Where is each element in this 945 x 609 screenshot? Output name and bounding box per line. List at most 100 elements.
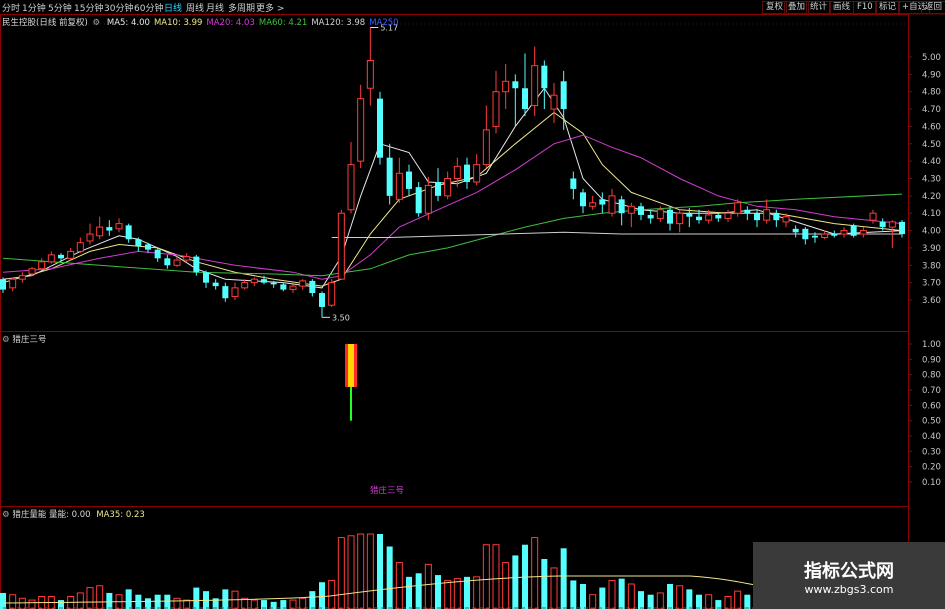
volume-bar-up [76,592,84,609]
candle-body-down [415,187,422,214]
toolbar-button-7[interactable]: 返回 [921,1,945,14]
candle-body-up [299,280,307,287]
volume-ma-value: 0.23 [125,510,145,520]
volume-bar-up [86,587,94,609]
candle-body-down [599,199,606,205]
volume-bar-down [560,548,567,609]
candle-body-down [667,209,673,224]
signal-tick-label: 0.50 [922,417,941,427]
tab-10[interactable]: 更多 > [256,1,284,14]
candle-body-up [453,165,461,180]
candle-body-up [840,230,848,235]
volume-bar-up [482,544,490,609]
volume-bar-up [531,537,539,609]
volume-bar-up [589,594,597,609]
candle-body-down [0,279,6,290]
price-tick-label: 4.60 [922,122,941,132]
candle-body-up [183,256,191,261]
volume-bar-up [492,544,500,609]
toolbar-button-5[interactable]: 标记 [875,1,901,14]
tab-4[interactable]: 30分钟 [104,1,133,14]
candle-body-down [270,282,277,285]
tab-1[interactable]: 1分钟 [22,1,46,14]
candle-body-down [850,225,857,236]
volume-bar-up [608,579,616,609]
candle-body-down [522,88,528,110]
volume-bar-down [464,576,470,609]
volume-bar-down [638,591,644,609]
tab-8[interactable]: 月线 [206,1,224,14]
volume-gear-icon[interactable]: ⚙ [2,510,10,520]
volume-bar-down [319,582,325,609]
watermark-url: www.zbgs3.com [804,583,894,596]
candle-body-up [250,278,258,284]
candle-body-down [212,282,219,287]
candle-body-down [618,199,625,214]
toolbar-button-4[interactable]: F10 [853,1,877,14]
candle-body-down [812,235,818,238]
candle-body-up [231,287,239,298]
candle-body-up [763,209,771,221]
price-tick-label: 4.80 [922,88,941,98]
volume-bar-down [193,587,200,609]
candle-body-up [241,282,249,289]
volume-bar-up [357,533,365,609]
candle-body-down [203,272,209,283]
candle-body-up [289,285,297,291]
price-tick-label: 3.90 [922,244,941,254]
volume-bar-down [686,589,693,609]
volume-bar-up [173,597,181,609]
volume-bar-up [395,562,403,609]
ma-legend-ma5: MA5: 4.00 [106,18,150,28]
price-tick-label: 4.90 [922,70,941,80]
tab-0[interactable]: 分时 [2,1,20,14]
signal-label: 猎庄三号 [370,486,405,496]
ma-legend-ma60: MA60: 4.21 [258,18,308,28]
signal-tick-label: 0.30 [922,447,941,457]
candle-body-down [435,181,441,196]
volume-bar-down [145,598,151,609]
price-tick-label: 4.00 [922,227,941,237]
tab-7[interactable]: 周线 [186,1,204,14]
volume-bar-up [705,594,713,609]
tab-6[interactable]: 日线 [164,1,182,14]
signal-bar-green [350,386,352,421]
candle-body-up [347,164,355,211]
ma-legend-ma10: MA10: 3.99 [153,18,203,28]
price-tick-label: 4.20 [922,192,941,202]
tab-5[interactable]: 60分钟 [134,1,163,14]
price-axis: 5.00 4.90 4.80 4.70 4.60 4.50 4.40 4.30 4.20 4.10… [908,53,941,488]
price-tick-label: 4.40 [922,157,941,167]
candle-body-up [473,164,481,183]
candle-body-down [696,216,702,221]
candle-body-down [792,228,799,233]
candle-body-up [859,230,867,235]
signal-tick-label: 0.20 [922,463,941,473]
signal-bar-yellow [348,344,354,387]
toolbar-button-2[interactable]: 统计 [806,1,832,14]
candle-body-up [705,214,713,221]
candle-body-down [754,213,760,221]
signal-gear-icon[interactable]: ⚙ [2,335,10,345]
candle-body-up [627,205,635,214]
volume-bar-up [627,583,635,609]
candle-body-down [106,227,113,231]
toolbar-button-3[interactable]: 画线 [829,1,855,14]
candle-body-down [125,225,132,240]
candle-body-up [656,209,664,219]
settings-gear-icon[interactable]: ⚙ [93,18,101,28]
volume-bar-up [337,537,345,609]
ma-legend-ma250: MA250 [369,18,399,28]
tab-2[interactable]: 5分钟 [48,1,72,14]
candle-body-down [899,221,905,235]
tab-9[interactable]: 多周期 [228,1,255,14]
price-tick-label: 4.50 [922,140,941,150]
volume-bar-down [696,594,702,609]
signal-bar [345,344,357,421]
tab-3[interactable]: 15分钟 [74,1,103,14]
candle-body-down [145,244,151,250]
volume-bar-up [453,578,461,609]
volume-series-value: 0.00 [71,510,91,520]
volume-bar-down [618,578,625,609]
price-tick-label: 3.60 [922,296,941,306]
